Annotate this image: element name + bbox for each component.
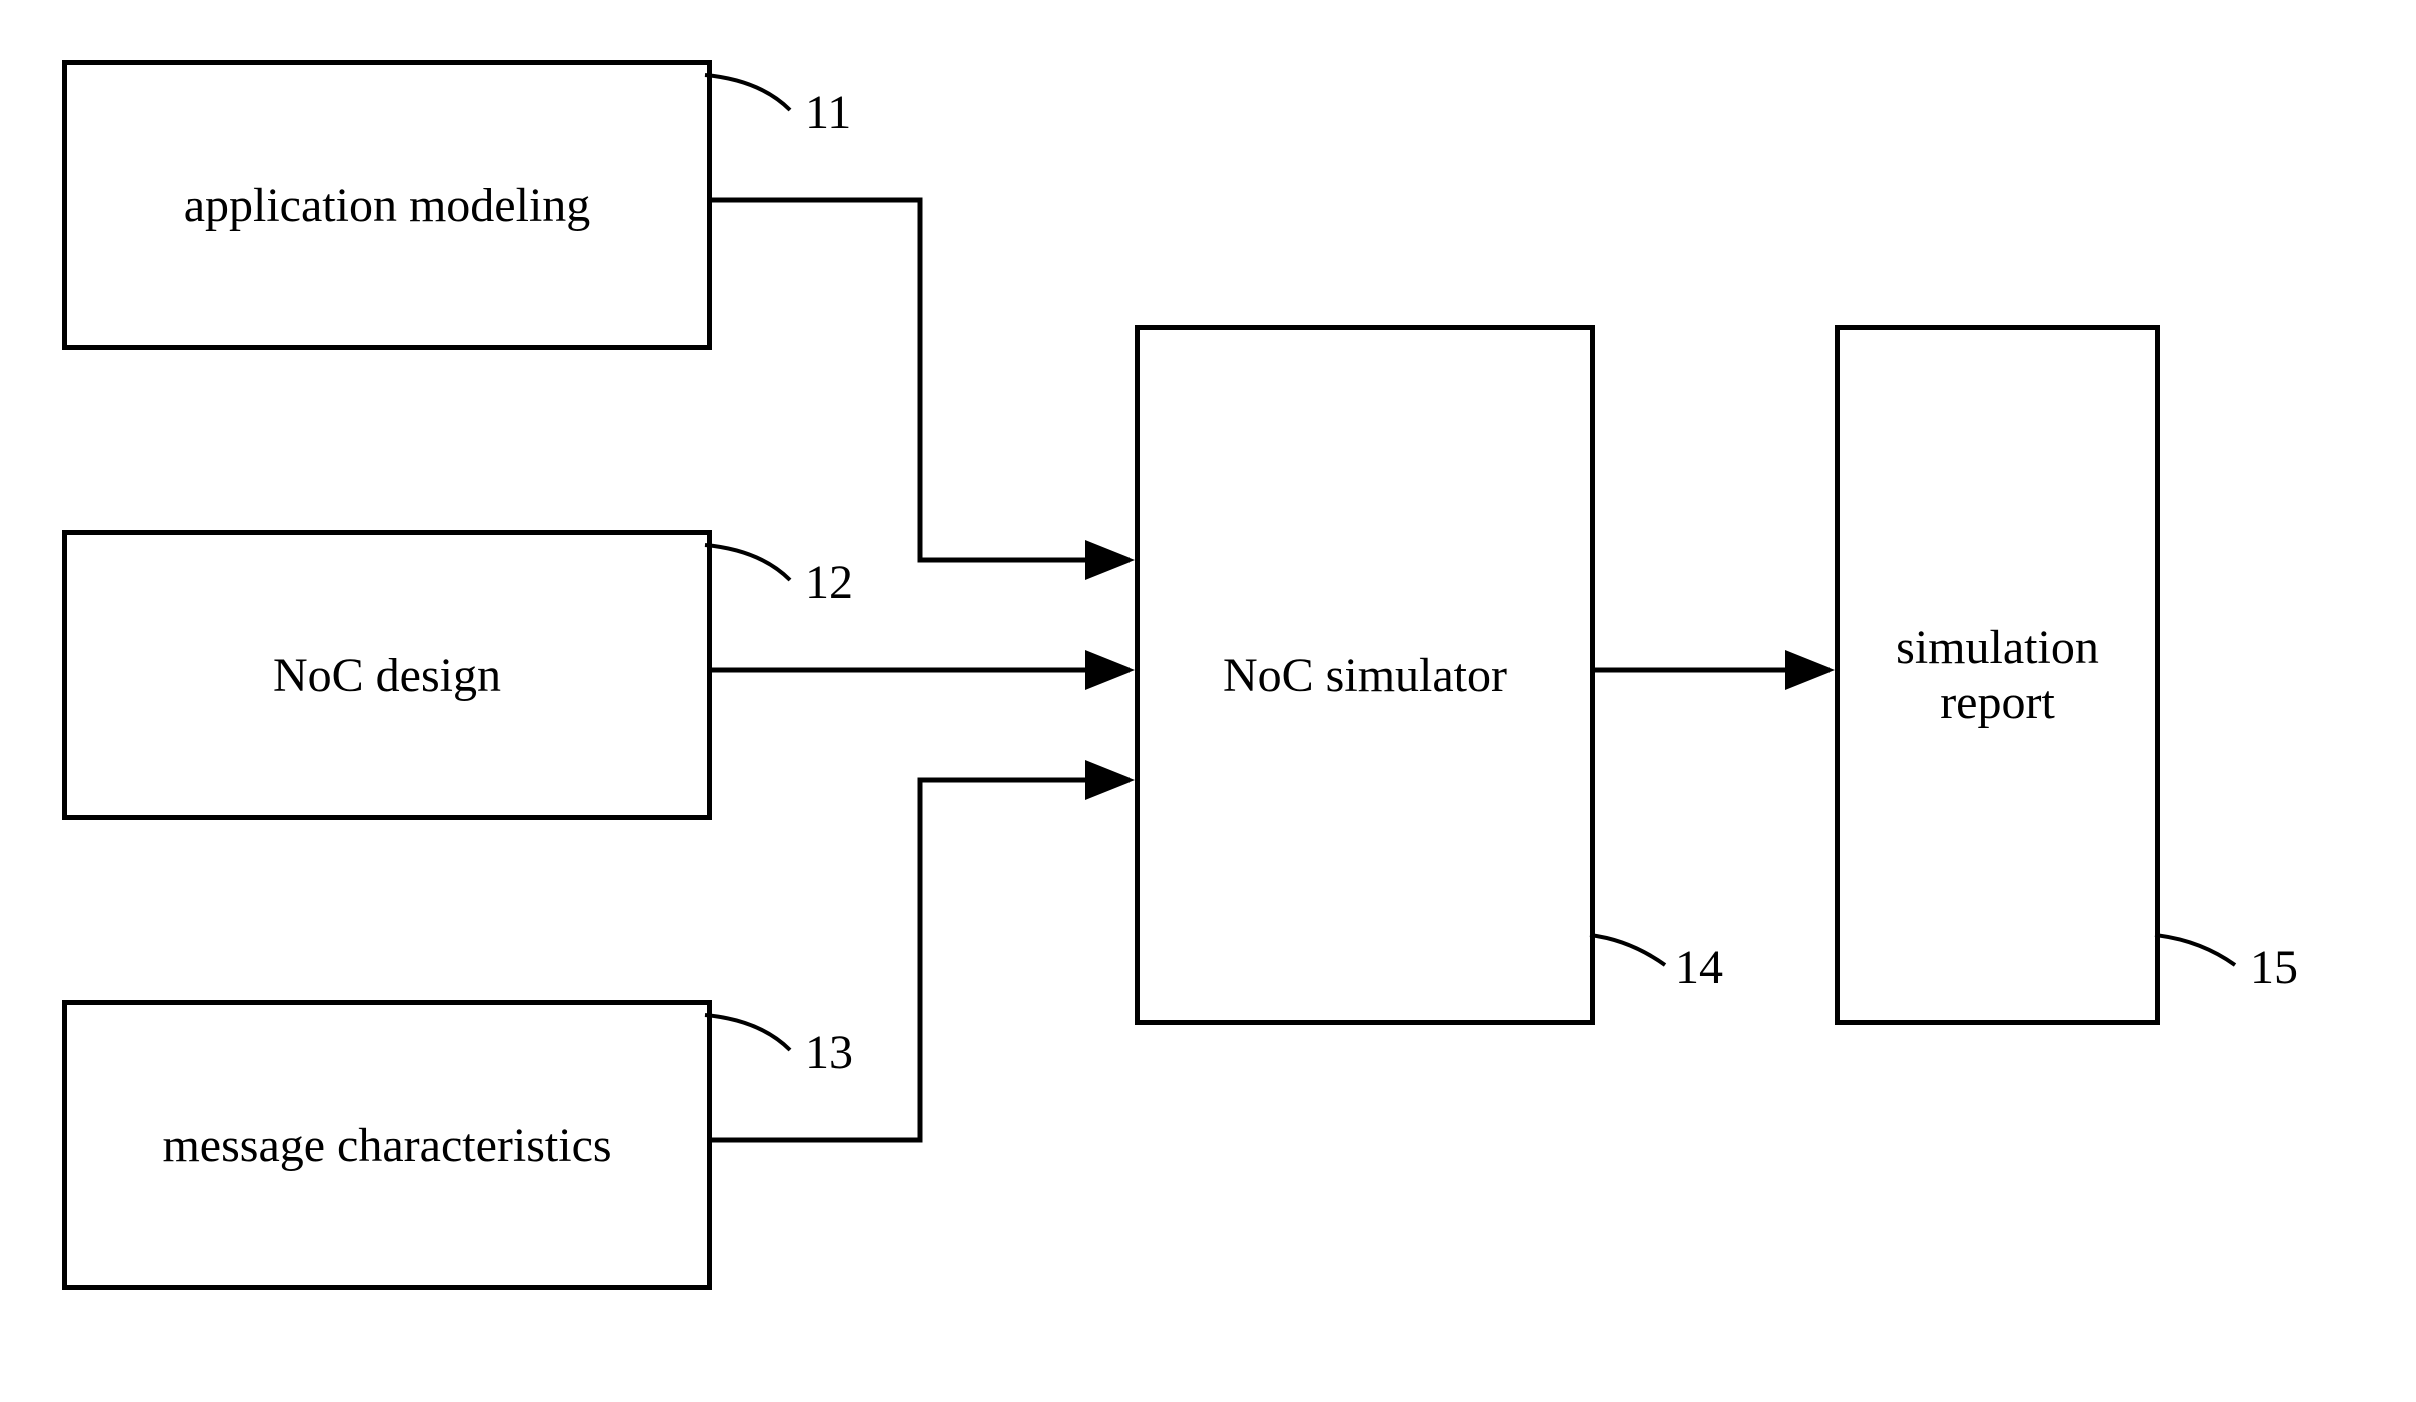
arrow-sim-to-report bbox=[0, 0, 2416, 1402]
